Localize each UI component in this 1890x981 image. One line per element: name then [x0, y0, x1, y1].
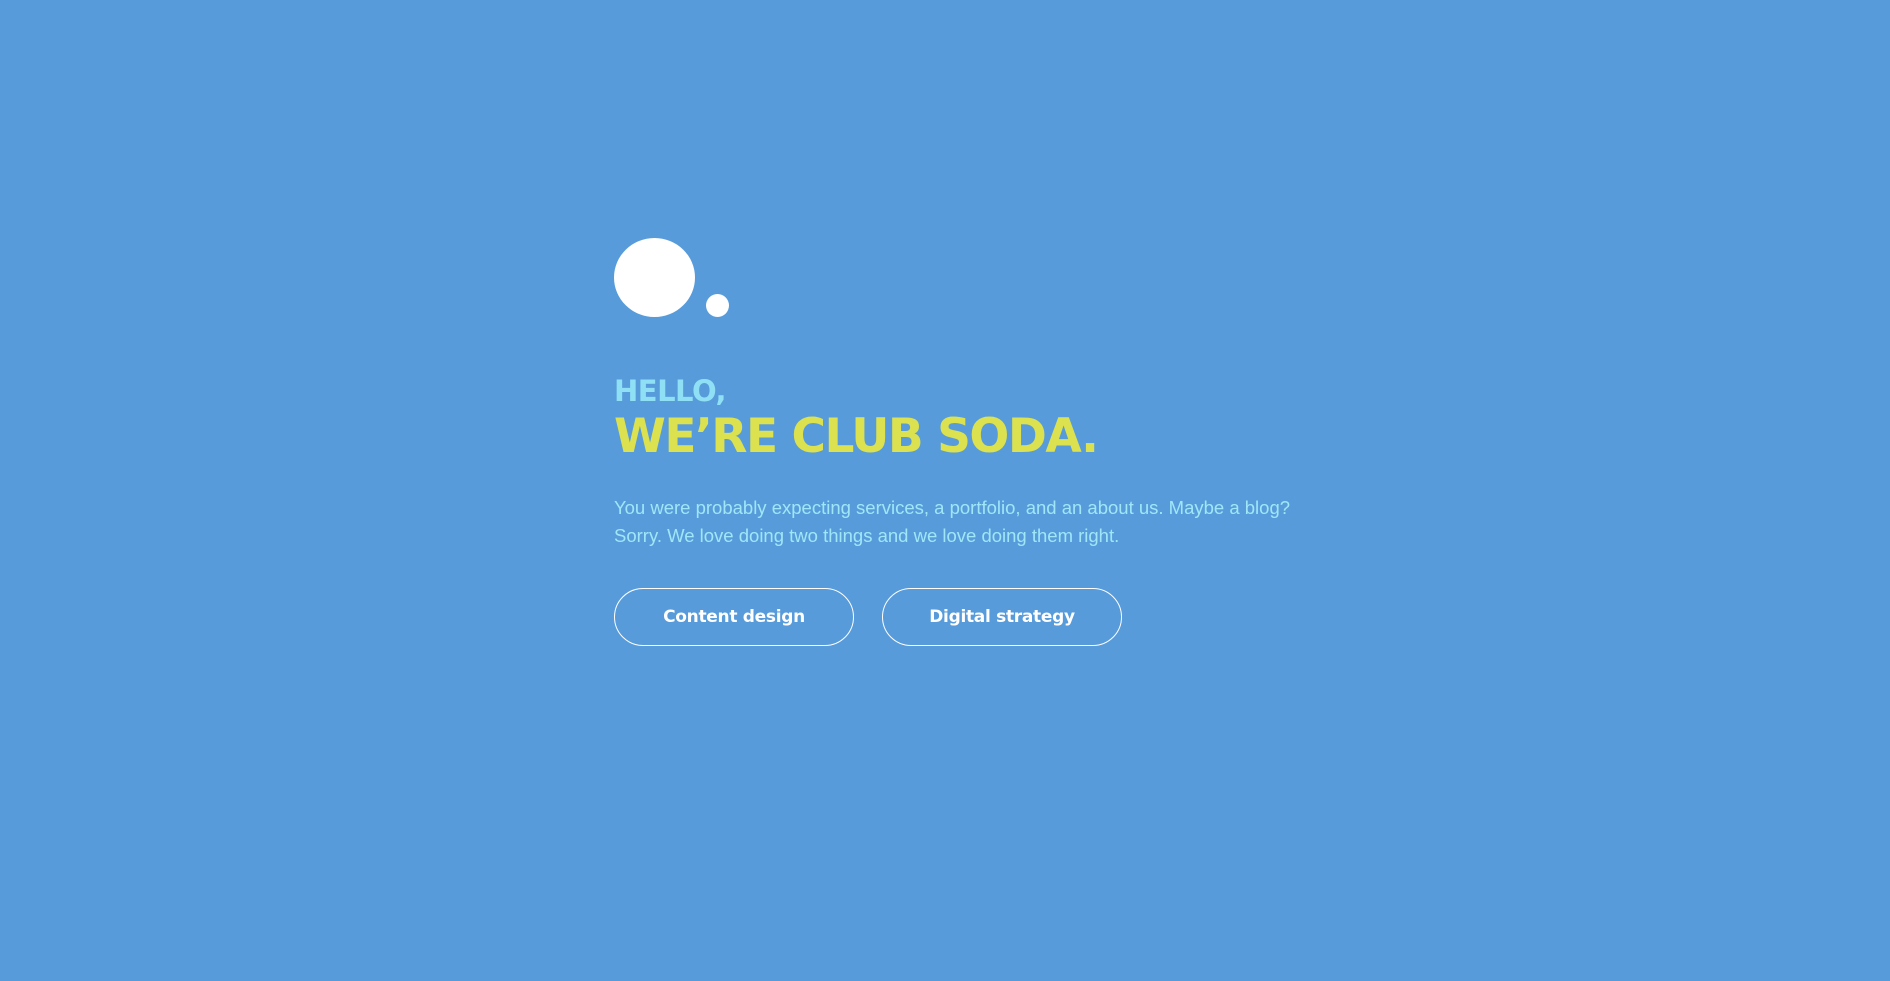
club-soda-logo: [614, 238, 734, 320]
intro-line: Sorry. We love doing two things and we l…: [614, 525, 1120, 546]
intro-line: You were probably expecting services, a …: [614, 497, 1291, 518]
intro-paragraph: You were probably expecting services, a …: [614, 494, 1291, 550]
service-buttons: Content design Digital strategy: [614, 588, 1314, 646]
greeting-heading: HELLO,: [614, 374, 727, 408]
hero-content: HELLO, WE’RE CLUB SODA. You were probabl…: [614, 238, 1314, 646]
digital-strategy-button[interactable]: Digital strategy: [882, 588, 1122, 646]
content-design-button[interactable]: Content design: [614, 588, 854, 646]
logo-small-dot-icon: [706, 294, 729, 317]
logo-large-dot-icon: [614, 238, 695, 317]
page-title: WE’RE CLUB SODA.: [614, 409, 1099, 464]
page: HELLO, WE’RE CLUB SODA. You were probabl…: [0, 0, 1890, 981]
